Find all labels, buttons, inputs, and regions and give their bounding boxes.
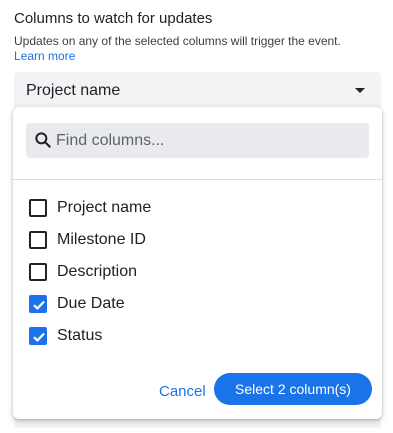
- checkbox[interactable]: [29, 295, 47, 313]
- option-due-date[interactable]: Due Date: [13, 288, 382, 320]
- check-icon: [33, 300, 45, 310]
- option-status[interactable]: Status: [13, 320, 382, 352]
- section-title: Columns to watch for updates: [14, 10, 213, 27]
- select-columns-button[interactable]: Select 2 column(s): [214, 373, 372, 405]
- column-options-list: Project name Milestone ID Description Du…: [13, 192, 382, 352]
- search-input[interactable]: [56, 123, 356, 158]
- columns-dropdown-panel: Project name Milestone ID Description Du…: [13, 107, 382, 419]
- search-icon: [35, 132, 51, 148]
- columns-select[interactable]: Project name: [14, 72, 381, 110]
- option-project-name[interactable]: Project name: [13, 192, 382, 224]
- checkbox[interactable]: [29, 199, 47, 217]
- search-box[interactable]: [26, 123, 369, 158]
- background-field-edge-bottom: [14, 418, 381, 428]
- divider: [13, 179, 382, 180]
- option-label: Milestone ID: [57, 231, 146, 248]
- section-description: Updates on any of the selected columns w…: [14, 34, 341, 48]
- check-icon: [33, 332, 45, 342]
- columns-select-value: Project name: [26, 82, 121, 99]
- checkbox[interactable]: [29, 327, 47, 345]
- option-label: Description: [57, 263, 138, 280]
- option-label: Status: [57, 327, 103, 344]
- option-label: Project name: [57, 199, 152, 216]
- option-description[interactable]: Description: [13, 256, 382, 288]
- option-milestone-id[interactable]: Milestone ID: [13, 224, 382, 256]
- checkbox[interactable]: [29, 231, 47, 249]
- cancel-button[interactable]: Cancel: [159, 383, 206, 400]
- caret-down-icon: [355, 88, 365, 93]
- option-label: Due Date: [57, 295, 125, 312]
- learn-more-link[interactable]: Learn more: [14, 49, 75, 63]
- checkbox[interactable]: [29, 263, 47, 281]
